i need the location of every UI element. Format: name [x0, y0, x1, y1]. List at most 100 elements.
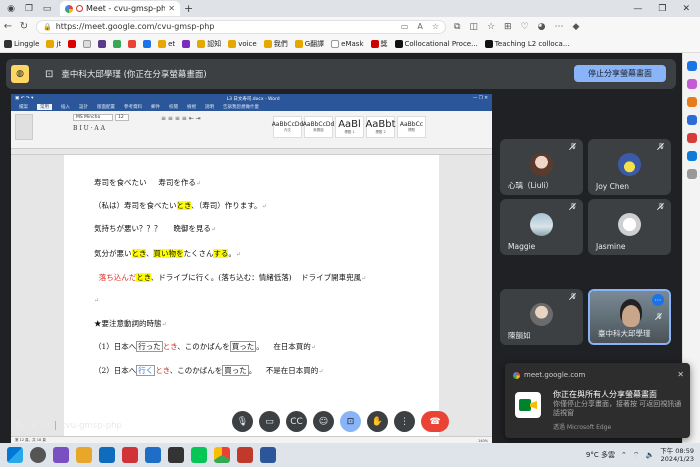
bookmark-label: 獎: [380, 40, 388, 48]
bookmark-women[interactable]: 我們: [263, 39, 288, 49]
doc-line-empty: ↵: [94, 297, 100, 304]
bookmark-voice[interactable]: voice: [228, 40, 257, 48]
office-icon[interactable]: [122, 447, 138, 463]
new-tab-icon[interactable]: +: [184, 2, 193, 15]
bookmark-emask[interactable]: eMask: [331, 40, 364, 48]
bookmark-yahoo[interactable]: [68, 40, 77, 48]
taskbar-clock[interactable]: 下午 08:59 2024/1/23: [660, 447, 694, 463]
tools-sidebar-icon[interactable]: [686, 97, 697, 107]
office-sidebar-icon[interactable]: [686, 133, 697, 143]
volume-icon[interactable]: 🔈: [645, 451, 654, 459]
acrobat-icon[interactable]: [237, 447, 253, 463]
add-sidebar-icon[interactable]: [686, 169, 697, 179]
camera-icon[interactable]: ▭: [259, 411, 280, 432]
search-icon[interactable]: [30, 447, 46, 463]
close-window-icon[interactable]: ✕: [682, 4, 690, 14]
participant-tile-joy[interactable]: 🎙 Joy Chen: [588, 139, 671, 195]
participant-tile-liuli[interactable]: 🎙 心璃（Liuli）: [500, 139, 583, 195]
bookmark-cognition[interactable]: 認知: [197, 39, 221, 49]
app-icon[interactable]: [168, 447, 184, 463]
participant-tile-jasmine[interactable]: 🎙 Jasmine: [588, 199, 671, 255]
back-icon[interactable]: ←: [0, 21, 16, 32]
bookmark-gmail[interactable]: [128, 40, 137, 48]
word-icon[interactable]: [145, 447, 161, 463]
folder-icon: [263, 40, 272, 48]
browser-tab-bar: ◉ ❐ ▭ Meet - cvu-gmsp-php ✕ + — ❐ ✕: [0, 0, 700, 17]
doc-text: 。: [248, 366, 257, 375]
extensions-icon[interactable]: ⧉: [454, 22, 460, 32]
read-aloud-icon[interactable]: A: [417, 22, 422, 31]
profile-icon[interactable]: ◉: [4, 2, 18, 16]
copilot-icon[interactable]: ◆: [573, 22, 580, 32]
bookmark-jt[interactable]: jt: [46, 40, 61, 48]
bookmark-blue[interactable]: [143, 40, 152, 48]
bookmark-gtranslate[interactable]: G翻譯: [294, 39, 325, 49]
more-icon[interactable]: ⋮: [394, 411, 415, 432]
style-caption: 無間距: [313, 128, 324, 132]
tab-actions-icon[interactable]: ▭: [40, 2, 54, 16]
close-notification-icon[interactable]: ✕: [677, 370, 684, 379]
outlook-sidebar-icon[interactable]: [686, 151, 697, 161]
bookmark-teaching[interactable]: Teaching L2 colloca...: [484, 40, 570, 48]
doc-line-6: ★要注意動詞的時態↵: [94, 319, 167, 328]
share-notification[interactable]: meet.google.com ✕ 你正在與所有人分享螢幕畫面 你僅停止分享畫面…: [505, 363, 690, 438]
present-icon[interactable]: ⊡: [340, 411, 361, 432]
refresh-icon[interactable]: ↻: [16, 21, 32, 32]
games-sidebar-icon[interactable]: [686, 115, 697, 125]
emoji-icon[interactable]: ☺: [313, 411, 334, 432]
bookmark-linggle[interactable]: Linggle: [4, 40, 39, 48]
doc-text: （私は）寿司を食べたい: [94, 201, 177, 210]
participant-name: 心璃（Liuli）: [508, 181, 554, 190]
bookmark-award[interactable]: 獎: [370, 39, 388, 49]
participant-tile-chen[interactable]: 🎙 陳韻如: [500, 289, 583, 345]
workspaces-icon[interactable]: ❐: [22, 2, 36, 16]
profile-avatar-icon[interactable]: ◕: [538, 22, 546, 32]
end-call-icon[interactable]: ☎: [421, 411, 449, 432]
participant-tile-maggie[interactable]: 🎙 Maggie: [500, 199, 583, 255]
bookmark-collocational[interactable]: Collocational Proce...: [394, 40, 478, 48]
bookmark-play[interactable]: [182, 40, 191, 48]
bookmark-drive[interactable]: [113, 40, 122, 48]
close-tab-icon[interactable]: ✕: [168, 4, 175, 13]
word-doc-icon[interactable]: [260, 447, 276, 463]
line-icon[interactable]: [191, 447, 207, 463]
tray-chevron-icon[interactable]: ⌃: [621, 451, 627, 459]
style-caption: 內文: [284, 128, 291, 132]
minimize-icon[interactable]: —: [633, 4, 642, 14]
maximize-icon[interactable]: ❐: [658, 4, 666, 14]
tab-meet[interactable]: Meet - cvu-gmsp-php ✕: [60, 1, 180, 16]
task-view-icon[interactable]: [53, 447, 69, 463]
browser-essentials-icon[interactable]: ♡: [521, 22, 529, 32]
participant-tile-self[interactable]: ⋯ 🎙 臺中科大邱學瑾: [588, 289, 671, 345]
shopping-sidebar-icon[interactable]: [686, 79, 697, 89]
split-screen-icon[interactable]: ◫: [469, 22, 478, 32]
mic-icon[interactable]: 🎙: [232, 411, 253, 432]
chrome-taskbar-icon[interactable]: [214, 447, 230, 463]
collections-icon[interactable]: ⊞: [504, 22, 512, 32]
favorites-icon[interactable]: ☆: [487, 22, 495, 32]
doc-boxed-text: 行く: [136, 365, 156, 376]
favorite-star-icon[interactable]: ☆: [432, 22, 439, 31]
file-explorer-icon[interactable]: [76, 447, 92, 463]
bookmark-doc[interactable]: [83, 40, 92, 48]
tile-more-options-icon[interactable]: ⋯: [652, 294, 664, 306]
camera-permission-icon[interactable]: ▭: [401, 22, 409, 31]
network-icon[interactable]: ⌔: [633, 451, 640, 460]
font-name-field: MS Mincho: [73, 114, 113, 121]
address-field[interactable]: 🔒 https://meet.google.com/cvu-gmsp-php ▭…: [36, 19, 446, 34]
search-sidebar-icon[interactable]: [686, 61, 697, 71]
style-sample: AaBl: [338, 119, 361, 130]
start-icon[interactable]: [7, 447, 23, 463]
bookmark-label: G翻譯: [304, 40, 325, 48]
word-doc-title: L3 日文寿司.docx - Word: [226, 96, 280, 102]
captions-icon[interactable]: CC: [286, 411, 307, 432]
style-gallery: AaBbCcDd 內文 AaBbCcDd 無間距 AaBl 標題 1 AaBbt 標題 …: [272, 116, 426, 138]
menu-more-icon[interactable]: ⋯: [555, 22, 564, 32]
bookmark-tw[interactable]: [98, 40, 107, 48]
lock-icon[interactable]: 🔒: [43, 23, 52, 31]
weather-text[interactable]: 9°C 多雲: [586, 450, 615, 460]
raise-hand-icon[interactable]: ✋: [367, 411, 388, 432]
edge-icon[interactable]: [99, 447, 115, 463]
bookmark-et[interactable]: et: [158, 40, 175, 48]
stop-sharing-button[interactable]: 停止分享螢幕畫面: [574, 65, 666, 82]
